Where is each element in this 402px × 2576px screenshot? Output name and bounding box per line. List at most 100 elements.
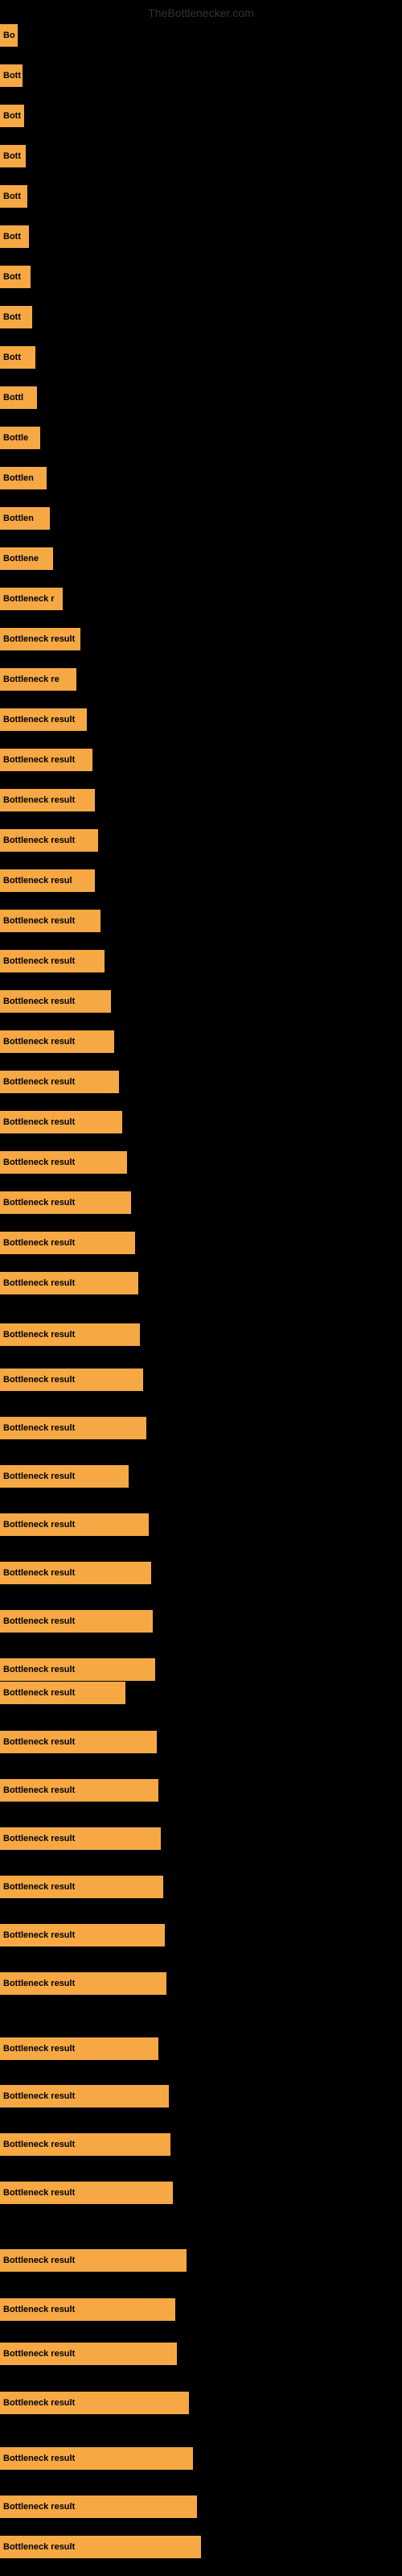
bar-label: Bottleneck result bbox=[3, 836, 75, 845]
bar-item: Bottleneck result bbox=[0, 910, 100, 932]
bar-item: Bottleneck resul bbox=[0, 869, 95, 892]
bar-label: Bottleneck result bbox=[3, 1520, 75, 1530]
bar-item: Bottleneck result bbox=[0, 1827, 161, 1850]
bar-item: Bottleneck result bbox=[0, 1779, 158, 1802]
bar-item: Bottleneck result bbox=[0, 1232, 135, 1254]
bar-item: Bottleneck result bbox=[0, 1924, 165, 1946]
bar-item: Bottleneck result bbox=[0, 2037, 158, 2060]
bar-item: Bottleneck result bbox=[0, 1071, 119, 1093]
bar-label: Bottleneck result bbox=[3, 2044, 75, 2054]
bar-item: Bottleneck result bbox=[0, 708, 87, 731]
bar-label: Bottleneck result bbox=[3, 956, 75, 966]
bar-label: Bottleneck result bbox=[3, 1037, 75, 1046]
bar-item: Bottleneck result bbox=[0, 2085, 169, 2107]
bar-item: Bottleneck result bbox=[0, 2447, 193, 2470]
bar-item: Bottleneck result bbox=[0, 2133, 170, 2156]
bar-item: Bottleneck result bbox=[0, 990, 111, 1013]
bar-label: Bott bbox=[3, 71, 21, 80]
bar-label: Bottleneck r bbox=[3, 594, 55, 604]
bar-item: Bott bbox=[0, 145, 26, 167]
bar-label: Bott bbox=[3, 312, 21, 322]
bar-label: Bottleneck result bbox=[3, 1785, 75, 1795]
bar-label: Bottleneck resul bbox=[3, 876, 72, 886]
bar-label: Bottl bbox=[3, 393, 23, 402]
bar-item: Bottleneck result bbox=[0, 749, 92, 771]
bar-label: Bottleneck result bbox=[3, 2502, 75, 2512]
bar-label: Bottlen bbox=[3, 514, 34, 523]
bar-item: Bottleneck result bbox=[0, 2496, 197, 2518]
bar-item: Bottleneck result bbox=[0, 628, 80, 650]
bar-label: Bottleneck result bbox=[3, 1834, 75, 1843]
bar-label: Bottleneck result bbox=[3, 795, 75, 805]
bar-item: Bottleneck result bbox=[0, 1876, 163, 1898]
bar-label: Bottleneck result bbox=[3, 1930, 75, 1940]
bar-label: Bottleneck result bbox=[3, 2140, 75, 2149]
bar-label: Bott bbox=[3, 151, 21, 161]
bar-item: Bottlen bbox=[0, 507, 50, 530]
bar-item: Bottleneck result bbox=[0, 950, 105, 972]
bar-item: Bottleneck result bbox=[0, 1562, 151, 1584]
bar-item: Bott bbox=[0, 225, 29, 248]
bar-item: Bottleneck r bbox=[0, 588, 63, 610]
bar-item: Bottleneck result bbox=[0, 2392, 189, 2414]
bar-item: Bottlen bbox=[0, 467, 47, 489]
bar-item: Bottleneck result bbox=[0, 1972, 166, 1995]
bar-label: Bottleneck result bbox=[3, 1665, 75, 1674]
bar-item: Bottleneck result bbox=[0, 2536, 201, 2558]
bar-item: Bottleneck result bbox=[0, 2249, 187, 2272]
bar-label: Bottleneck result bbox=[3, 2091, 75, 2101]
bar-label: Bottleneck result bbox=[3, 1472, 75, 1481]
bar-label: Bottleneck result bbox=[3, 1979, 75, 1988]
bar-label: Bottleneck result bbox=[3, 1423, 75, 1433]
bar-item: Bott bbox=[0, 185, 27, 208]
bar-item: Bottleneck re bbox=[0, 668, 76, 691]
bar-item: Bott bbox=[0, 346, 35, 369]
bar-item: Bott bbox=[0, 306, 32, 328]
bar-label: Bottleneck result bbox=[3, 1688, 75, 1698]
bar-item: Bottleneck result bbox=[0, 1465, 129, 1488]
bar-item: Bott bbox=[0, 105, 24, 127]
bar-label: Bottleneck result bbox=[3, 1077, 75, 1087]
bar-label: Bottleneck result bbox=[3, 1882, 75, 1892]
bar-label: Bottleneck result bbox=[3, 634, 75, 644]
bar-item: Bottleneck result bbox=[0, 1191, 131, 1214]
bar-item: Bottleneck result bbox=[0, 829, 98, 852]
bar-label: Bottleneck result bbox=[3, 715, 75, 724]
bar-label: Bottleneck result bbox=[3, 1737, 75, 1747]
bar-label: Bottleneck result bbox=[3, 755, 75, 765]
site-title: TheBottlenecker.com bbox=[148, 6, 254, 19]
bar-label: Bott bbox=[3, 353, 21, 362]
bar-label: Bottleneck result bbox=[3, 2305, 75, 2314]
bar-item: Bottleneck result bbox=[0, 1151, 127, 1174]
bar-label: Bott bbox=[3, 232, 21, 242]
bar-label: Bottleneck result bbox=[3, 1238, 75, 1248]
bar-item: Bottleneck result bbox=[0, 2182, 173, 2204]
bar-item: Bottleneck result bbox=[0, 1658, 155, 1681]
bar-label: Bottleneck result bbox=[3, 1616, 75, 1626]
bar-label: Bottleneck result bbox=[3, 2454, 75, 2463]
bar-label: Bottleneck re bbox=[3, 675, 59, 684]
bar-item: Bottle bbox=[0, 427, 40, 449]
bar-item: Bottleneck result bbox=[0, 1513, 149, 1536]
bar-item: Bottleneck result bbox=[0, 1323, 140, 1346]
bar-item: Bott bbox=[0, 266, 31, 288]
bar-item: Bottleneck result bbox=[0, 1030, 114, 1053]
bar-item: Bottleneck result bbox=[0, 2343, 177, 2365]
bar-item: Bottlene bbox=[0, 547, 53, 570]
bar-label: Bottleneck result bbox=[3, 2542, 75, 2552]
bar-item: Bottleneck result bbox=[0, 1682, 125, 1704]
bar-label: Bottlene bbox=[3, 554, 39, 564]
bar-item: Bottleneck result bbox=[0, 1111, 122, 1133]
bar-label: Bott bbox=[3, 111, 21, 121]
bar-label: Bottleneck result bbox=[3, 997, 75, 1006]
bar-item: Bottl bbox=[0, 386, 37, 409]
bar-item: Bottleneck result bbox=[0, 1272, 138, 1294]
bar-label: Bottleneck result bbox=[3, 1568, 75, 1578]
bar-label: Bottleneck result bbox=[3, 1158, 75, 1167]
bar-label: Bott bbox=[3, 192, 21, 201]
bar-item: Bottleneck result bbox=[0, 789, 95, 811]
bar-item: Bott bbox=[0, 64, 23, 87]
bar-label: Bottleneck result bbox=[3, 2398, 75, 2408]
bar-item: Bottleneck result bbox=[0, 1610, 153, 1633]
bar-item: Bottleneck result bbox=[0, 1731, 157, 1753]
